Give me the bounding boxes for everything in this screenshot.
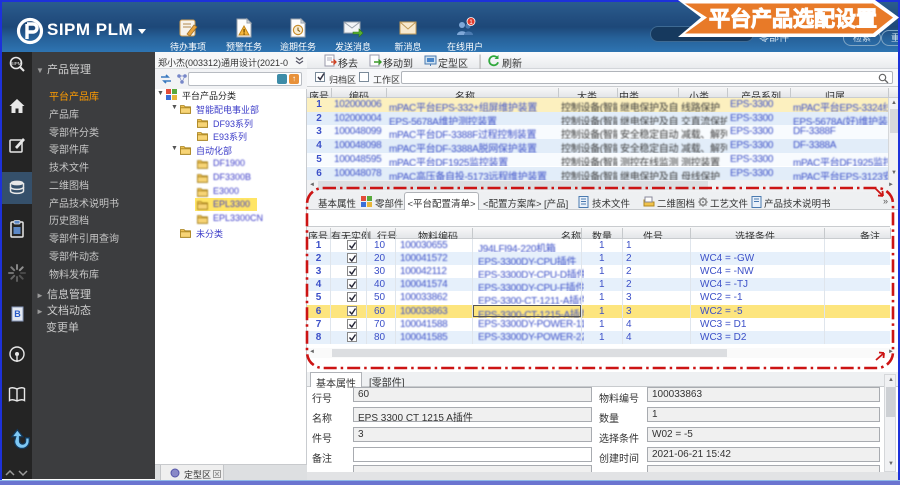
svg-text:B: B	[14, 309, 21, 319]
svg-text:平台产品选配设置: 平台产品选配设置	[709, 7, 877, 31]
svg-text:SIPM: SIPM	[10, 61, 21, 66]
